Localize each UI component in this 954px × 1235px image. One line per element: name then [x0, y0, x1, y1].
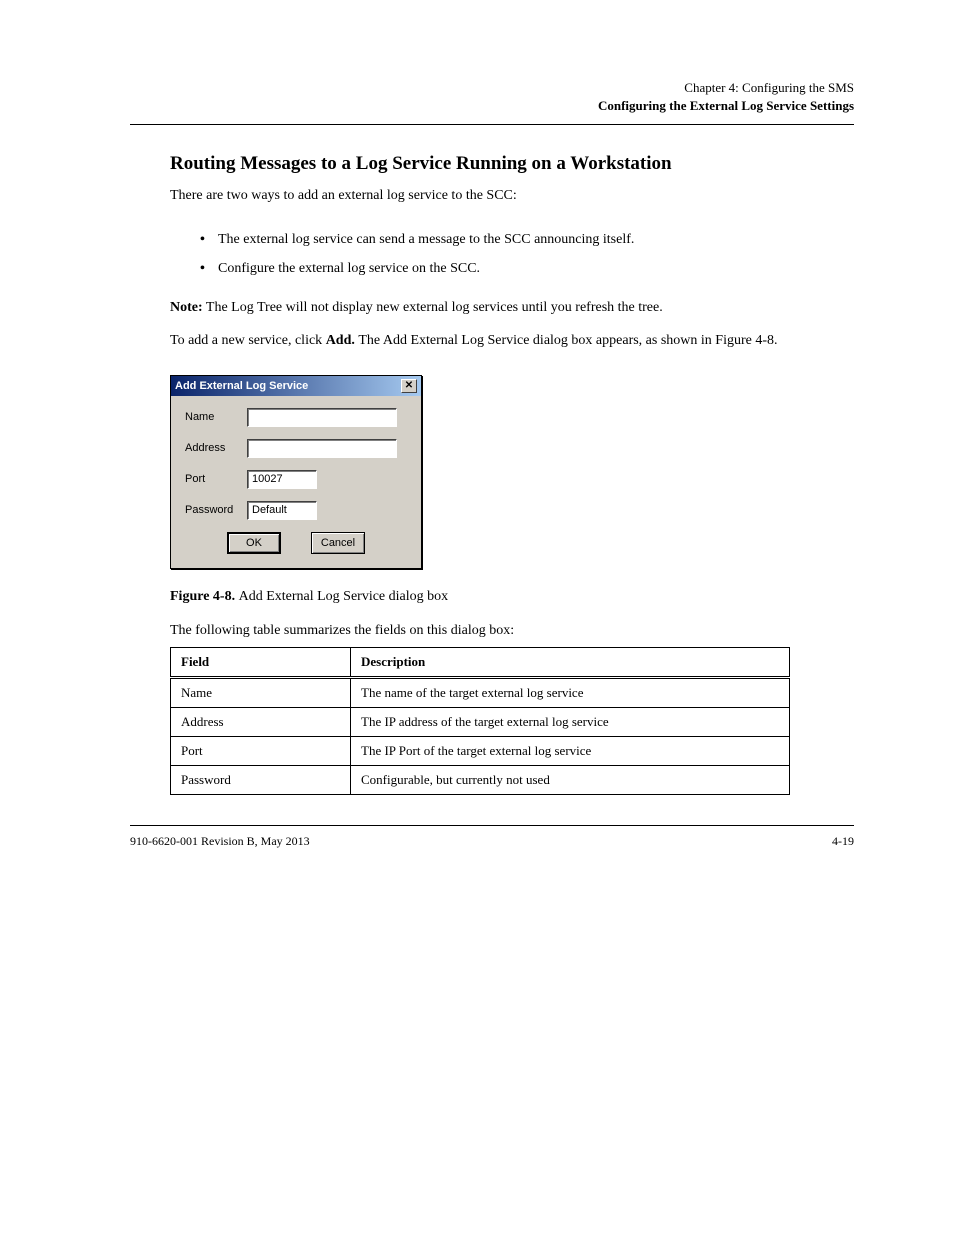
address-label: Address — [185, 442, 247, 454]
table-row: Name The name of the target external log… — [171, 677, 790, 707]
method-list: The external log service can send a mess… — [200, 229, 854, 280]
footer-rule — [130, 825, 854, 826]
password-label: Password — [185, 504, 247, 516]
footer-right: 4-19 — [832, 834, 854, 849]
list-item: Configure the external log service on th… — [200, 258, 854, 280]
name-input[interactable] — [247, 408, 397, 427]
body-paragraph: To add a new service, click Add. The Add… — [170, 330, 854, 352]
list-item: The external log service can send a mess… — [200, 229, 854, 251]
fields-table: Field Description Name The name of the t… — [170, 647, 790, 795]
port-label: Port — [185, 473, 247, 485]
table-row: Port The IP Port of the target external … — [171, 736, 790, 765]
address-input[interactable] — [247, 439, 397, 458]
th-description: Description — [351, 647, 790, 677]
footer-left: 910-6620-001 Revision B, May 2013 — [130, 834, 310, 849]
figure-caption: Figure 4-8. Add External Log Service dia… — [170, 589, 854, 605]
chapter-label: Chapter 4: Configuring the SMS — [130, 80, 854, 96]
section-label: Configuring the External Log Service Set… — [130, 98, 854, 114]
port-input[interactable] — [247, 470, 317, 489]
section-intro: There are two ways to add an external lo… — [170, 185, 854, 207]
dialog-titlebar: Add External Log Service ✕ — [171, 376, 421, 396]
header-rule — [130, 124, 854, 125]
table-row: Address The IP address of the target ext… — [171, 707, 790, 736]
password-input[interactable] — [247, 501, 317, 520]
add-external-log-service-dialog: Add External Log Service ✕ Name Address … — [170, 375, 422, 569]
table-intro: The following table summarizes the field… — [170, 623, 854, 639]
ok-button[interactable]: OK — [227, 532, 281, 554]
dialog-title: Add External Log Service — [175, 380, 308, 392]
cancel-button[interactable]: Cancel — [311, 532, 365, 554]
table-row: Password Configurable, but currently not… — [171, 765, 790, 794]
note-line: Note: The Log Tree will not display new … — [170, 300, 854, 316]
close-icon[interactable]: ✕ — [401, 379, 417, 393]
section-heading: Routing Messages to a Log Service Runnin… — [170, 153, 854, 175]
th-field: Field — [171, 647, 351, 677]
name-label: Name — [185, 411, 247, 423]
